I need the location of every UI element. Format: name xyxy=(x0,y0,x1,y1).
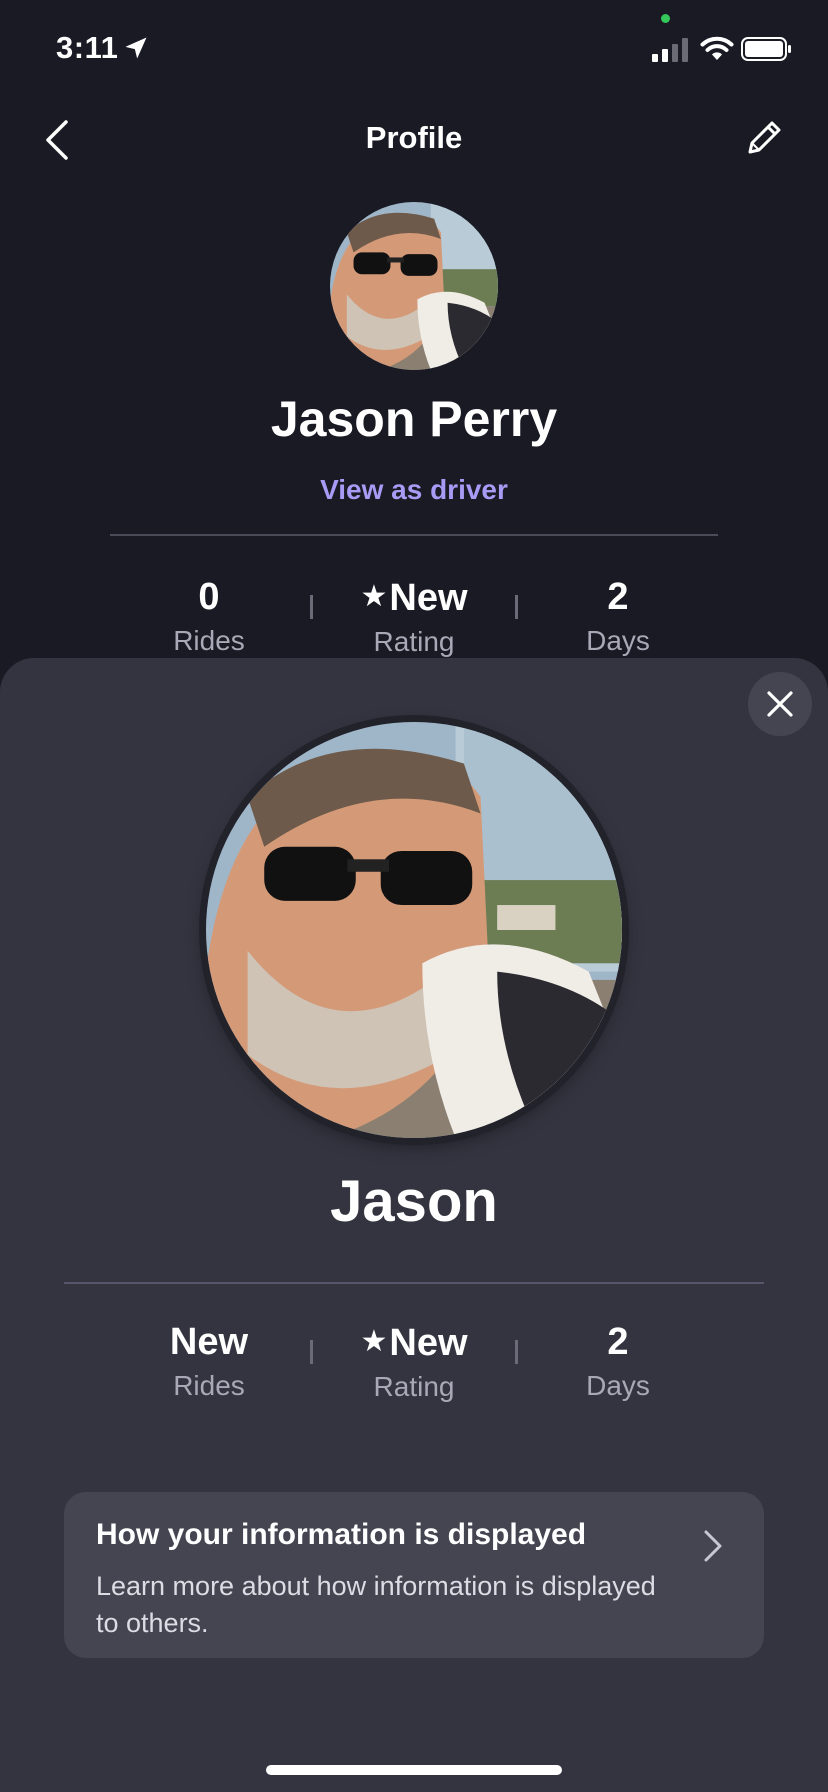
stat-value: ★New xyxy=(312,1320,516,1365)
pencil-edit-icon[interactable] xyxy=(742,116,786,160)
profile-avatar[interactable] xyxy=(330,202,498,370)
star-icon: ★ xyxy=(360,1325,388,1358)
stat-label: Days xyxy=(586,1370,650,1401)
chevron-right-icon xyxy=(704,1530,722,1562)
stat-label: Days xyxy=(586,625,650,656)
info-card-title: How your information is displayed xyxy=(96,1518,587,1551)
stat-rating: ★New Rating xyxy=(312,575,516,662)
location-arrow-icon xyxy=(125,37,147,59)
status-time: 3:11 xyxy=(56,30,119,65)
divider xyxy=(64,1282,764,1284)
profile-screen: 3:11 Profile Jason Perry View as driver … xyxy=(0,0,828,1792)
stat-rides: New Rides xyxy=(107,1320,311,1406)
sheet-first-name: Jason xyxy=(330,1169,498,1234)
stat-value: 2 xyxy=(607,1321,629,1363)
profile-stats: 0 Rides ★New Rating 2 Days xyxy=(0,575,828,665)
stat-value: 0 xyxy=(198,576,220,618)
stat-value-text: New xyxy=(389,1322,468,1364)
stat-value-text: New xyxy=(389,577,468,619)
sheet-avatar xyxy=(206,722,622,1138)
info-card-description: Learn more about how information is disp… xyxy=(96,1571,656,1638)
stat-days: 2 Days xyxy=(516,1320,720,1406)
stat-label: Rides xyxy=(173,1370,245,1401)
microphone-indicator-dot xyxy=(661,14,670,23)
close-icon xyxy=(767,691,793,717)
stat-value: ★New xyxy=(312,575,516,620)
close-button[interactable] xyxy=(748,672,812,736)
profile-full-name: Jason Perry xyxy=(270,391,558,447)
stat-rating: ★New Rating xyxy=(312,1320,516,1407)
stat-rides: 0 Rides xyxy=(107,575,311,661)
status-bar: 3:11 xyxy=(0,0,828,100)
avatar-photo xyxy=(206,722,622,1138)
stat-value: 2 xyxy=(607,576,629,618)
stat-label: Rating xyxy=(373,626,455,657)
star-icon: ★ xyxy=(360,580,388,613)
information-display-card[interactable]: How your information is displayed Learn … xyxy=(64,1492,764,1658)
wifi-icon xyxy=(700,36,734,60)
page-title: Profile xyxy=(365,120,463,155)
divider xyxy=(110,534,718,536)
sheet-stats: New Rides ★New Rating 2 Days xyxy=(0,1320,828,1410)
cellular-signal-icon xyxy=(652,38,688,62)
stat-label: Rating xyxy=(373,1371,455,1402)
stat-label: Rides xyxy=(173,625,245,656)
stat-value: New xyxy=(169,1321,249,1363)
avatar-photo xyxy=(330,202,498,370)
battery-icon xyxy=(741,37,791,61)
stat-days: 2 Days xyxy=(516,575,720,661)
view-as-driver-link[interactable]: View as driver xyxy=(0,474,828,506)
home-indicator[interactable] xyxy=(266,1765,562,1775)
